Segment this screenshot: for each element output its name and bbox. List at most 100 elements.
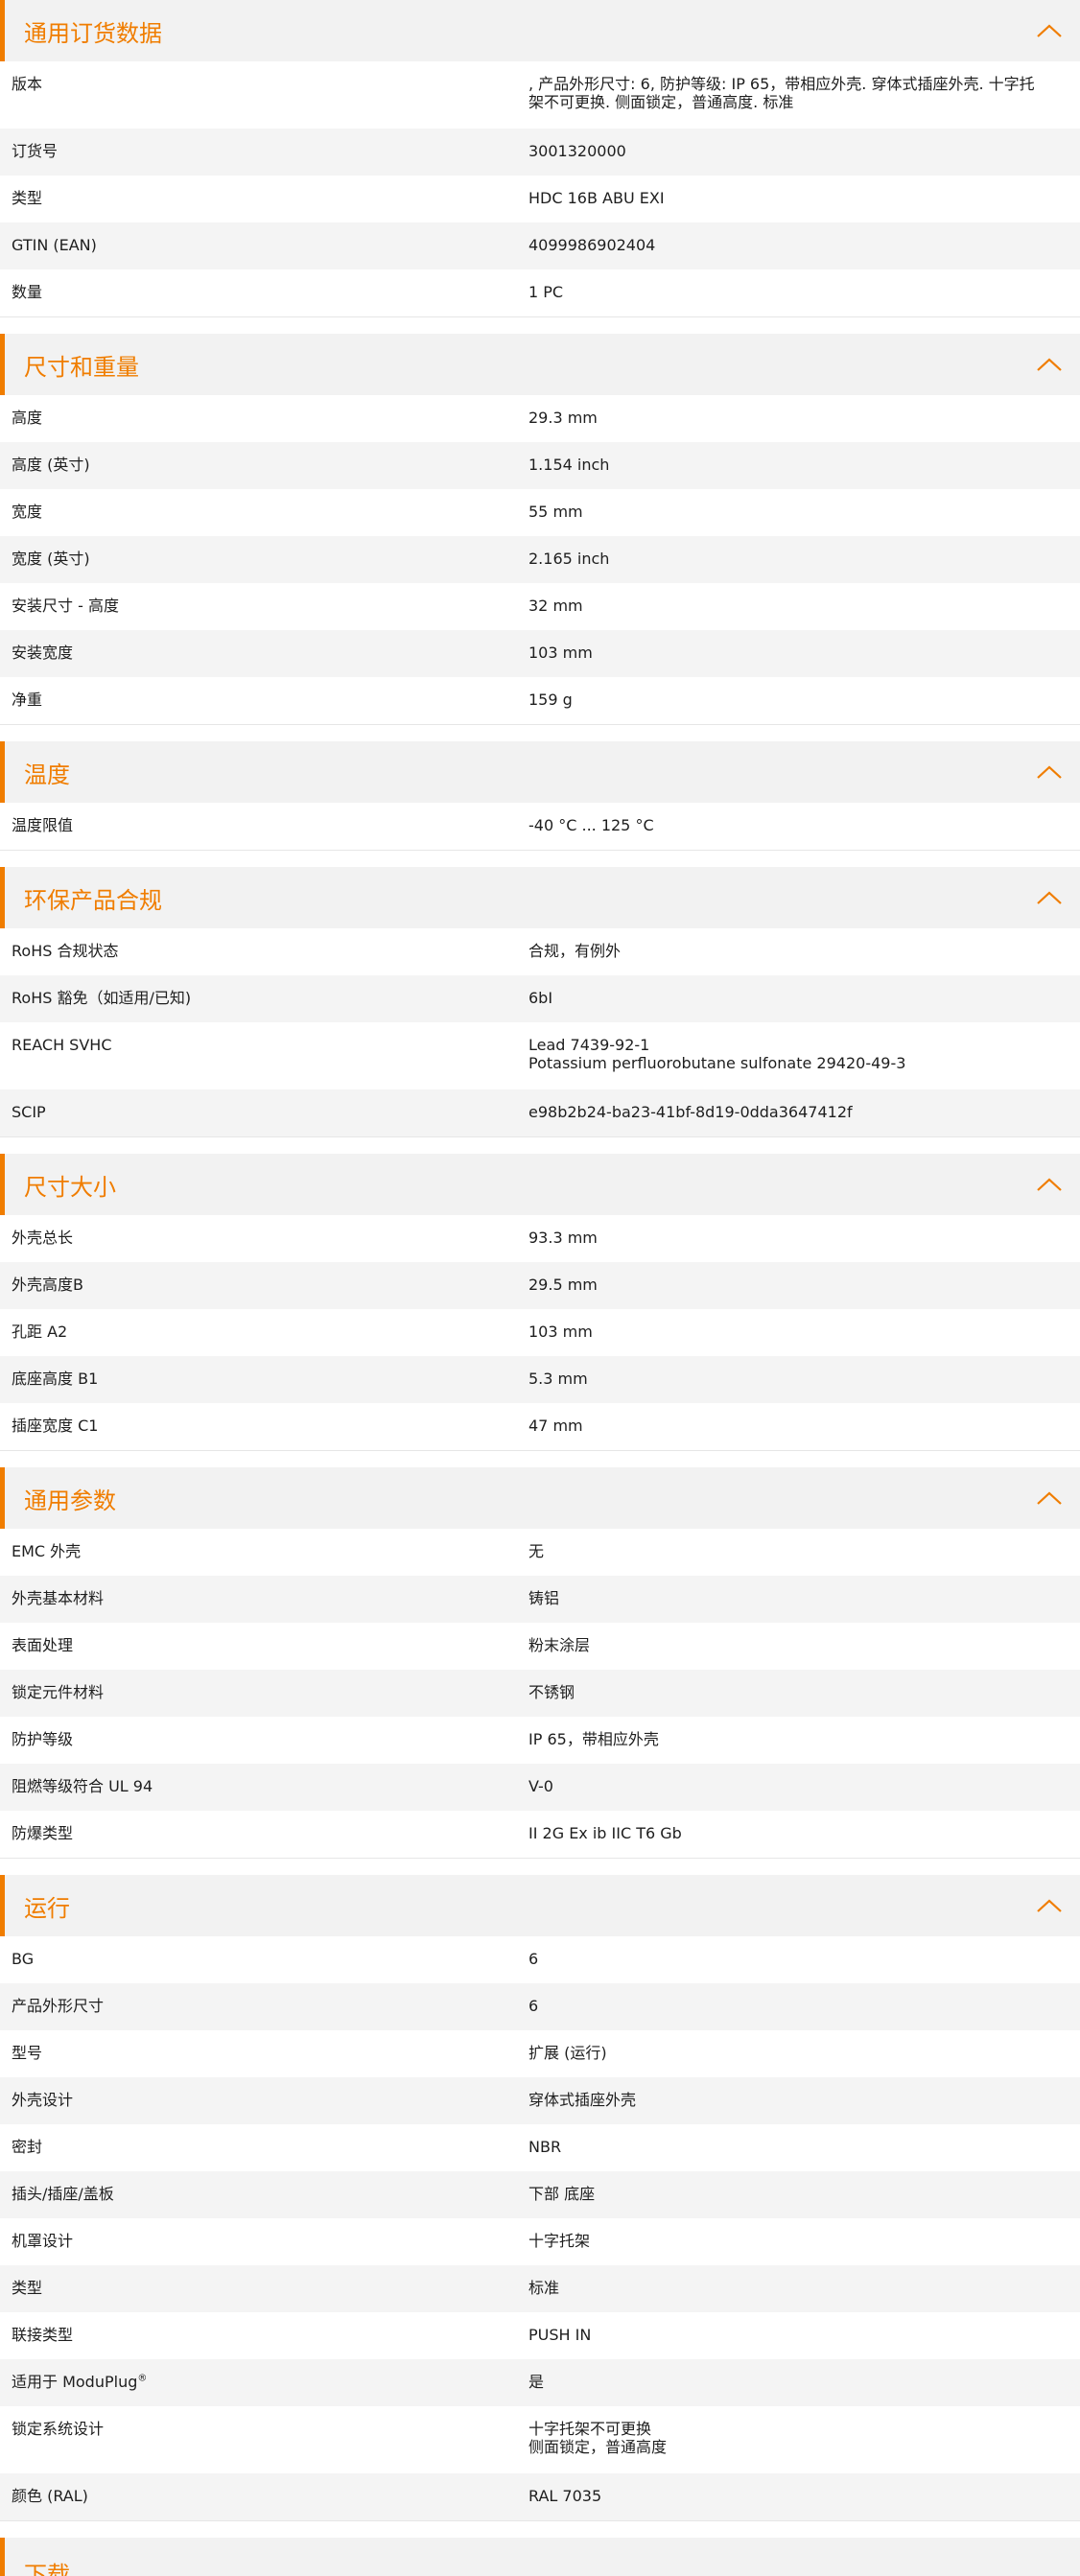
spec-value: 不锈钢 <box>517 1670 1080 1701</box>
spec-row: 高度 29.3 mm <box>0 395 1080 442</box>
spec-label-text: 外壳总长 <box>12 1229 74 1247</box>
spec-row: 密封 NBR <box>0 2124 1080 2171</box>
spec-label: RoHS 合规状态 <box>0 928 517 960</box>
spec-label-text: 机罩设计 <box>12 2232 74 2250</box>
spec-value-line: RAL 7035 <box>528 2487 602 2505</box>
spec-label-text: 类型 <box>12 189 43 207</box>
spec-row: 防护等级 IP 65，带相应外壳 <box>0 1717 1080 1764</box>
spec-row: 净重 159 g <box>0 677 1080 724</box>
spec-label-text: EMC 外壳 <box>12 1542 82 1560</box>
spec-value-line: 47 mm <box>528 1417 583 1435</box>
spec-label-text: 安装宽度 <box>12 644 74 662</box>
spec-value: 93.3 mm <box>517 1215 1080 1247</box>
spec-value-line: PUSH IN <box>528 2326 592 2344</box>
spec-rows: 外壳总长 93.3 mm 外壳高度B 29.5 mm 孔距 A2 103 mm 底座高度 B… <box>0 1215 1080 1450</box>
spec-label: 锁定系统设计 <box>0 2406 517 2438</box>
chevron-up-icon[interactable] <box>1036 357 1063 372</box>
spec-row: 类型 HDC 16B ABU EXI <box>0 176 1080 222</box>
spec-value: 十字托架不可更换 侧面锁定，普通高度 <box>517 2406 1080 2456</box>
spec-label: 类型 <box>0 176 517 207</box>
section-header-downloads[interactable]: 下载 <box>0 2538 1080 2576</box>
spec-value-line: 29.3 mm <box>528 409 598 427</box>
spec-row: 高度 (英寸) 1.154 inch <box>0 442 1080 489</box>
spec-value: 3001320000 <box>517 129 1080 160</box>
spec-label-text: 防护等级 <box>12 1730 74 1748</box>
spec-label-text: 产品外形尺寸 <box>12 1997 105 2015</box>
spec-label: 宽度 (英寸) <box>0 536 517 568</box>
section-header[interactable]: 运行 <box>0 1875 1080 1936</box>
spec-value: 下部 底座 <box>517 2171 1080 2203</box>
spec-row: 宽度 (英寸) 2.165 inch <box>0 536 1080 583</box>
spec-value: 6 <box>517 1983 1080 2015</box>
spec-value: 6 <box>517 1936 1080 1968</box>
chevron-up-icon[interactable] <box>1036 23 1063 38</box>
spec-value: PUSH IN <box>517 2312 1080 2344</box>
chevron-up-icon[interactable] <box>1036 1898 1063 1913</box>
spec-label-text: 插头/插座/盖板 <box>12 2185 114 2203</box>
spec-label-text: 安装尺寸 - 高度 <box>12 597 119 615</box>
spec-value: 是 <box>517 2359 1080 2391</box>
spec-value-line: 铸铝 <box>528 1589 560 1607</box>
spec-row: 孔距 A2 103 mm <box>0 1309 1080 1356</box>
chevron-up-icon[interactable] <box>1036 1490 1063 1506</box>
spec-label: 外壳总长 <box>0 1215 517 1247</box>
spec-label-text: 孔距 A2 <box>12 1323 68 1341</box>
spec-value: II 2G Ex ib IIC T6 Gb <box>517 1811 1080 1842</box>
spec-label-text: RoHS 合规状态 <box>12 942 119 960</box>
spec-value: 47 mm <box>517 1403 1080 1435</box>
section-header[interactable]: 环保产品合规 <box>0 867 1080 928</box>
spec-row: 订货号 3001320000 <box>0 129 1080 176</box>
spec-row: 温度限值 -40 °C ... 125 °C <box>0 803 1080 850</box>
spec-label: 高度 <box>0 395 517 427</box>
spec-row: 安装宽度 103 mm <box>0 630 1080 677</box>
section-title: 下载 <box>24 2562 70 2576</box>
spec-label-text: 表面处理 <box>12 1636 74 1654</box>
spec-value-line: IP 65，带相应外壳 <box>528 1730 659 1748</box>
spec-value-line: 扩展 (运行) <box>528 2044 607 2062</box>
section-header[interactable]: 通用订货数据 <box>0 0 1080 61</box>
spec-label-text: 订货号 <box>12 142 59 160</box>
spec-row: 联接类型 PUSH IN <box>0 2312 1080 2359</box>
spec-label: 插头/插座/盖板 <box>0 2171 517 2203</box>
spec-value-line: -40 °C ... 125 °C <box>528 816 654 834</box>
spec-section: 尺寸大小 外壳总长 93.3 mm 外壳高度B 29.5 mm 孔距 A2 103 mm 底座… <box>0 1154 1080 1451</box>
spec-value: 十字托架 <box>517 2218 1080 2250</box>
spec-label-text: RoHS 豁免（如适用/已知) <box>12 989 192 1007</box>
spec-value-line: 4099986902404 <box>528 236 656 254</box>
chevron-up-icon[interactable] <box>1036 764 1063 780</box>
spec-value: 55 mm <box>517 489 1080 521</box>
spec-value-line: 是 <box>528 2373 545 2391</box>
chevron-up-icon[interactable] <box>1036 890 1063 905</box>
spec-value-line: 6 <box>528 1997 539 2015</box>
spec-value-line: 1.154 inch <box>528 456 610 474</box>
spec-label: 版本 <box>0 61 517 93</box>
spec-value-line: 1 PC <box>528 283 564 301</box>
spec-label-text: 高度 <box>12 409 43 427</box>
spec-row: RoHS 合规状态 合规，有例外 <box>0 928 1080 975</box>
spec-value-line: 下部 底座 <box>528 2185 596 2203</box>
spec-row: EMC 外壳 无 <box>0 1529 1080 1576</box>
spec-value: RAL 7035 <box>517 2473 1080 2505</box>
spec-value: 103 mm <box>517 1309 1080 1341</box>
spec-value: 铸铝 <box>517 1576 1080 1607</box>
spec-label-text: 阻燃等级符合 UL 94 <box>12 1777 153 1795</box>
section-header[interactable]: 温度 <box>0 741 1080 803</box>
spec-label-text: GTIN (EAN) <box>12 236 97 254</box>
spec-rows: BG 6 产品外形尺寸 6 型号 扩展 (运行) 外壳设计 穿体式插座外壳 密封 NBR 插头/插座… <box>0 1936 1080 2520</box>
spec-label: 产品外形尺寸 <box>0 1983 517 2015</box>
product-spec-page: 通用订货数据 版本 , 产品外形尺寸: 6, 防护等级: IP 65，带相应外壳. … <box>0 0 1080 2576</box>
spec-rows: 温度限值 -40 °C ... 125 °C <box>0 803 1080 850</box>
spec-value-line: 侧面锁定，普通高度 <box>528 2438 668 2456</box>
registered-mark: ® <box>137 2373 148 2384</box>
section-header[interactable]: 通用参数 <box>0 1467 1080 1529</box>
spec-row: REACH SVHC Lead 7439-92-1 Potassium perflu… <box>0 1022 1080 1089</box>
section-header[interactable]: 尺寸大小 <box>0 1154 1080 1215</box>
section-title: 通用订货数据 <box>24 19 162 47</box>
spec-label: 订货号 <box>0 129 517 160</box>
chevron-up-icon[interactable] <box>1036 1177 1063 1192</box>
spec-value-line: 不锈钢 <box>528 1683 575 1701</box>
spec-value: 穿体式插座外壳 <box>517 2077 1080 2109</box>
section-header[interactable]: 尺寸和重量 <box>0 334 1080 395</box>
spec-label: 温度限值 <box>0 803 517 834</box>
spec-sections: 通用订货数据 版本 , 产品外形尺寸: 6, 防护等级: IP 65，带相应外壳. … <box>0 0 1080 2576</box>
